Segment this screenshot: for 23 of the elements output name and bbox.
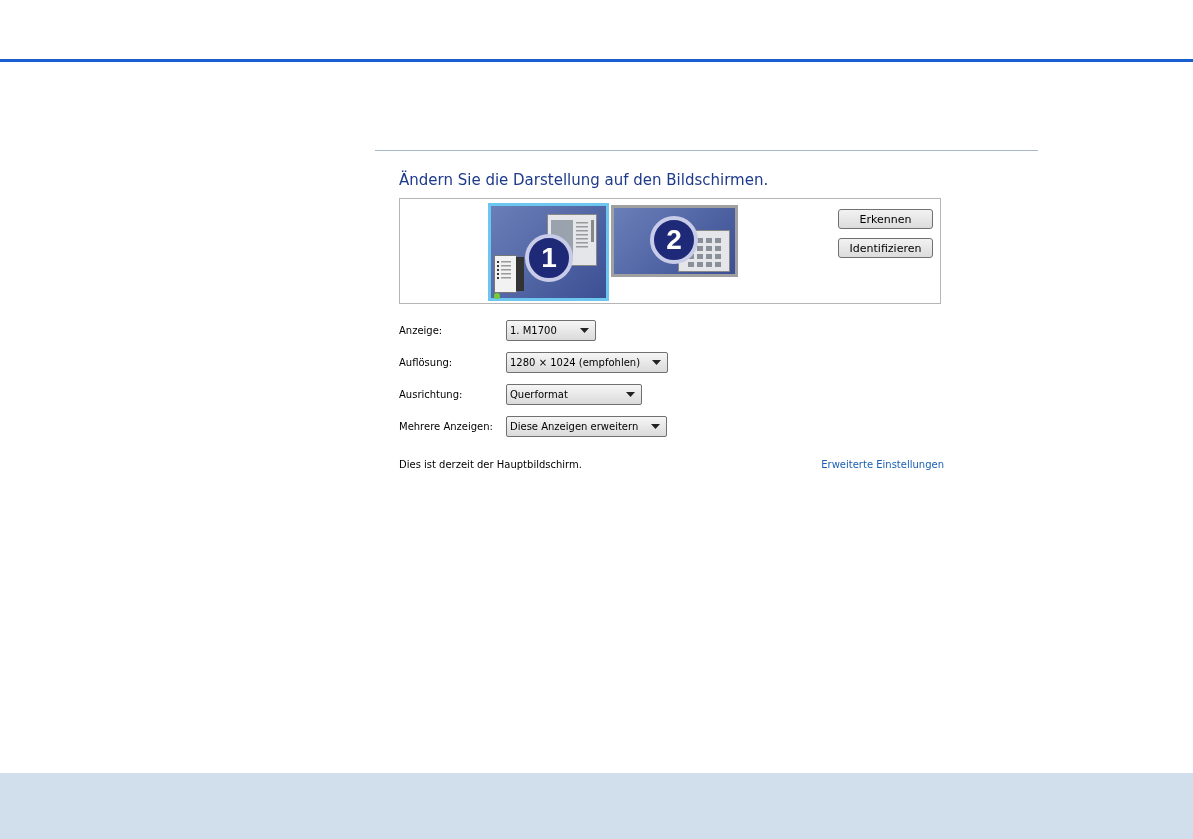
advanced-settings-link[interactable]: Erweiterte Einstellungen (821, 459, 944, 470)
monitor-thumbnail[interactable]: 2 (611, 205, 738, 277)
setting-label: Mehrere Anzeigen: (399, 421, 494, 432)
caret-icon (580, 328, 589, 333)
monitor-number: 1 (525, 234, 573, 282)
dropdown[interactable]: 1280 × 1024 (empfohlen) (506, 352, 668, 373)
dropdown[interactable]: Diese Anzeigen erweitern (506, 416, 667, 437)
status-text: Dies ist derzeit der Hauptbildschirm. (399, 459, 582, 470)
action-button[interactable]: Erkennen (838, 209, 933, 229)
monitor-thumbnail[interactable]: 1 (488, 203, 609, 301)
dropdown[interactable]: Querformat (506, 384, 642, 405)
dropdown[interactable]: 1. M1700 (506, 320, 596, 341)
start-menu-icon (494, 255, 524, 293)
caret-icon (626, 392, 635, 397)
setting-label: Ausrichtung: (399, 389, 464, 400)
setting-label: Anzeige: (399, 325, 444, 336)
setting-label: Auflösung: (399, 357, 454, 368)
page-heading: Ändern Sie die Darstellung auf den Bildschirmen. (399, 171, 770, 189)
start-button-icon (494, 293, 500, 299)
action-button[interactable]: Identifizieren (838, 238, 933, 258)
monitor-number: 2 (650, 216, 698, 264)
caret-icon (652, 360, 661, 365)
caret-icon (651, 424, 660, 429)
